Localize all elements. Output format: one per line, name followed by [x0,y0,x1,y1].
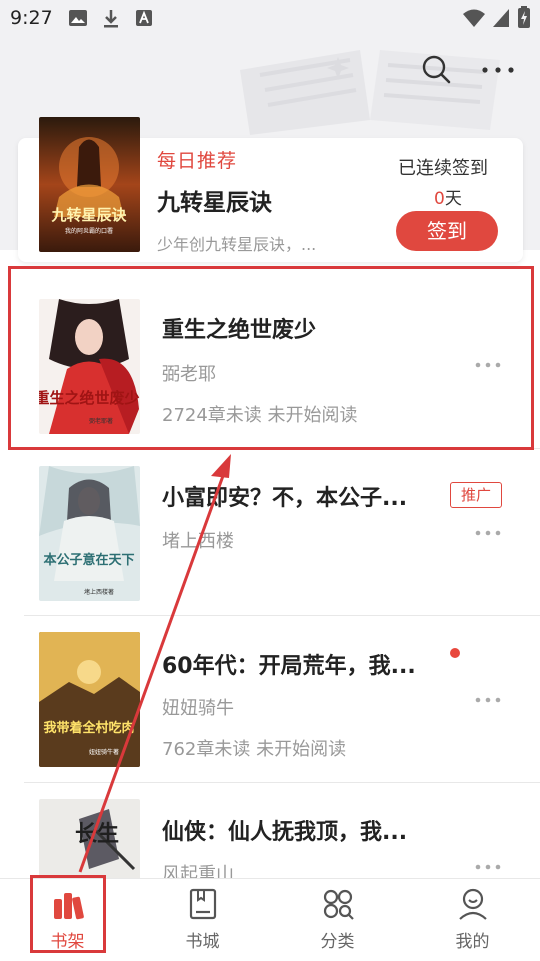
book-cover[interactable]: 本公子意在天下 堵上西楼著 [39,466,140,601]
book-title[interactable]: 仙侠：仙人抚我顶，我... [162,814,407,846]
checkin-days-unit: 天 [444,189,462,209]
book-more-icon[interactable] [474,860,502,874]
book-more-icon[interactable] [474,526,502,540]
status-time: 9:27 [10,7,53,29]
annotation-highlight-box [8,266,534,450]
checkin-streak-label: 已连续签到 [398,158,488,179]
book-cover-title: 我带着全村吃肉 [43,720,134,736]
checkin-button[interactable]: 签到 [396,211,498,251]
list-divider [24,782,540,783]
nav-item-profile[interactable]: 我的 [405,879,540,961]
recommend-book-cover[interactable]: 九转星辰诀 我的阿炎霸的口署 [39,117,140,252]
nav-label: 我的 [455,932,490,952]
status-bar: 9:27 [0,0,540,36]
font-a-icon [136,10,152,26]
book-author: 妞妞骑牛 [162,698,234,719]
update-dot [450,648,460,658]
list-divider [24,615,540,616]
gallery-icon [69,10,87,26]
open-book-decoration-icon [240,50,500,135]
book-cover[interactable]: 我带着全村吃肉 妞妞骑牛著 [39,632,140,767]
nav-item-bookstore[interactable]: 书城 [135,879,270,961]
battery-icon [518,6,530,28]
download-icon [104,10,118,28]
book-author: 堵上西楼 [162,531,234,552]
book-title[interactable]: 60年代：开局荒年，我... [162,648,416,680]
recommend-book-description: 少年创九转星辰诀，... [157,235,317,254]
wifi-icon [463,9,485,27]
book-author: 风起重山 [162,864,234,878]
book-list-item[interactable]: 我带着全村吃肉 妞妞骑牛著 60年代：开局荒年，我... 妞妞骑牛 762章未读… [0,617,540,782]
book-cover-author: 堵上西楼著 [84,588,114,596]
book-cover-title: 长生 [75,821,119,847]
book-cover[interactable]: 长生 [39,799,140,878]
nav-label: 分类 [320,932,355,952]
book-list-item[interactable]: 本公子意在天下 堵上西楼著 小富即安？不，本公子... 堵上西楼 [0,450,540,615]
book-cover-author: 妞妞骑牛著 [89,748,119,756]
book-list-item[interactable]: 长生 仙侠：仙人抚我顶，我... 风起重山 [0,784,540,878]
recommend-cover-title: 九转星辰诀 [50,206,127,224]
recommend-cover-subtitle: 我的阿炎霸的口署 [65,227,113,235]
annotation-nav-highlight [30,875,106,953]
book-read-status: 762章未读 未开始阅读 [162,739,347,760]
book-more-icon[interactable] [474,693,502,707]
daily-recommend-tag: 每日推荐 [157,150,238,172]
nav-item-category[interactable]: 分类 [270,879,405,961]
bookstore-icon [189,888,216,920]
book-cover-title: 本公子意在天下 [43,552,134,568]
checkin-days-number: 0 [434,189,445,209]
promo-badge: 推广 [450,482,502,508]
search-icon[interactable] [418,52,454,88]
recommend-book-title[interactable]: 九转星辰诀 [157,183,272,217]
nav-label: 书城 [185,932,220,952]
book-title[interactable]: 小富即安？不，本公子... [162,480,407,512]
more-options-icon[interactable] [478,58,518,82]
signal-icon [493,9,509,27]
category-icon [323,889,354,920]
checkin-days: 0天 [434,184,462,209]
profile-icon [458,888,487,920]
